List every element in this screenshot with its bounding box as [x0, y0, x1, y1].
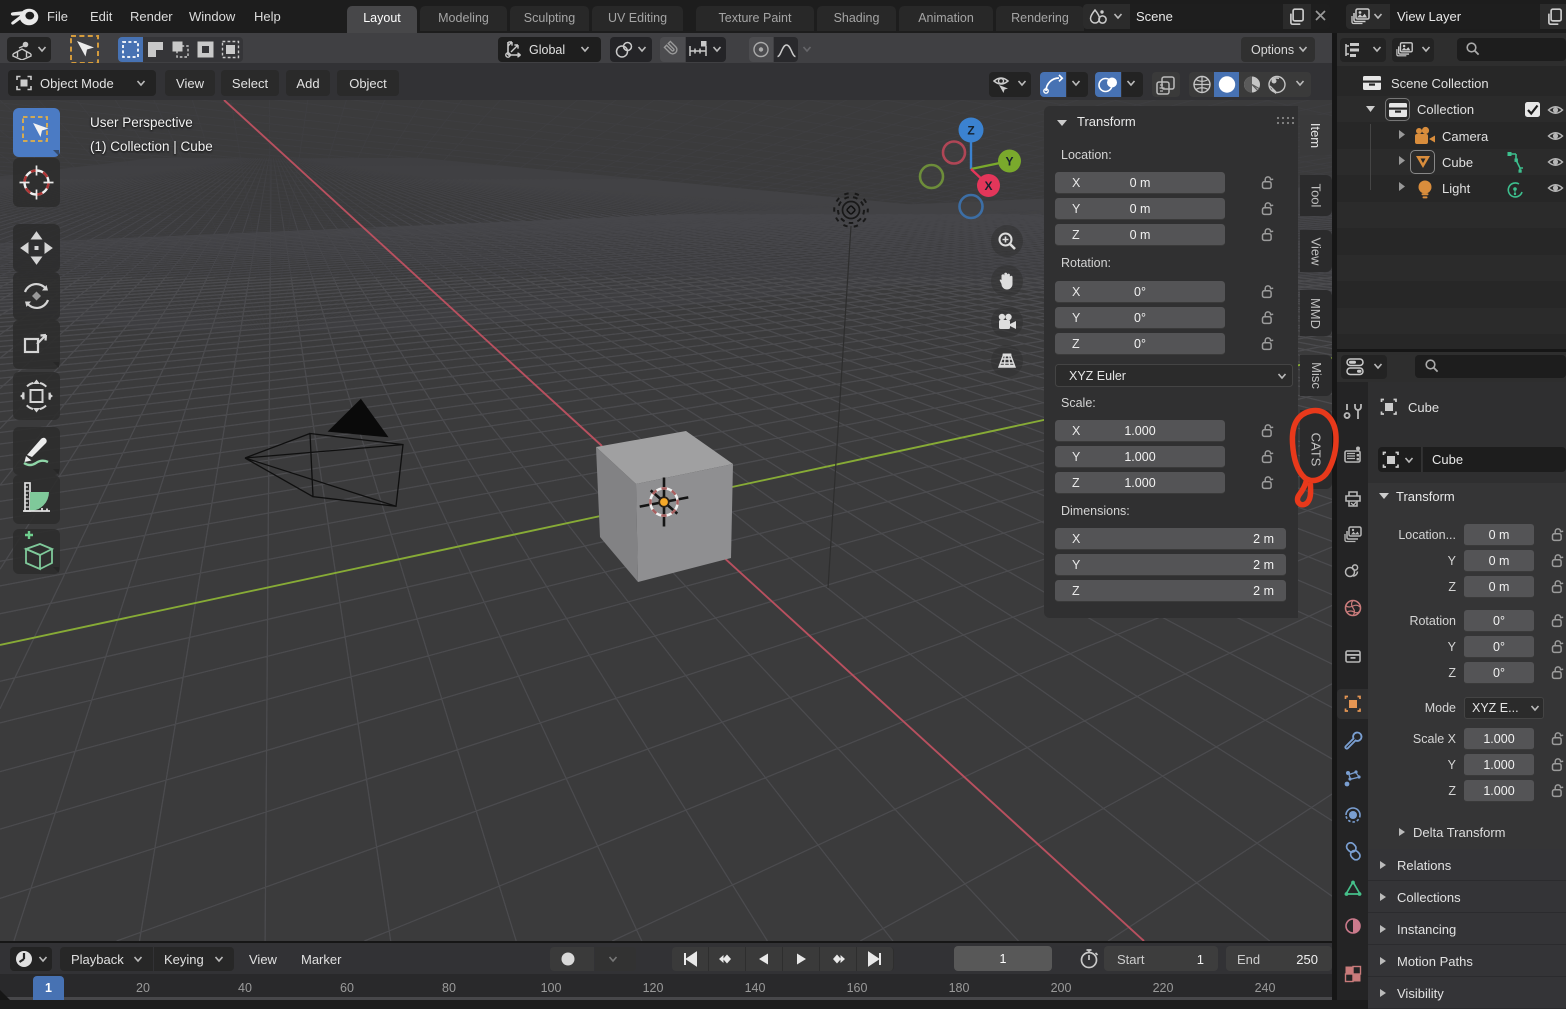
- svg-text:Y: Y: [1005, 154, 1013, 168]
- svg-text:Z: Z: [967, 123, 974, 137]
- svg-text:X: X: [984, 179, 992, 193]
